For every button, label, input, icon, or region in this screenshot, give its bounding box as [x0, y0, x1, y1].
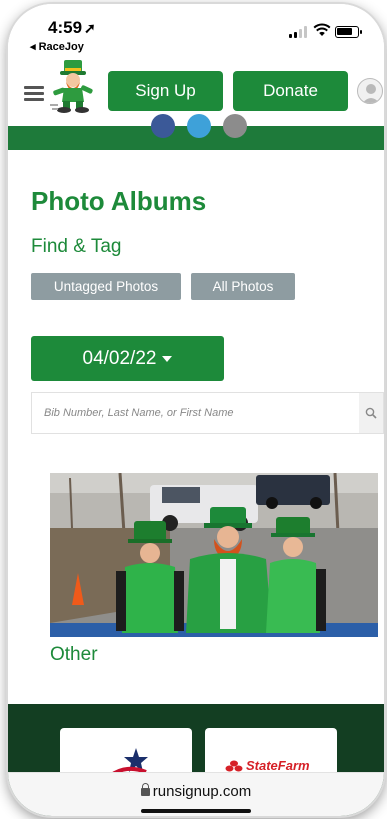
status-time: 4:59 ➚ — [48, 18, 96, 38]
page-title: Photo Albums — [31, 186, 207, 216]
time-text: 4:59 — [48, 18, 83, 37]
url-display[interactable]: runsignup.com — [8, 783, 384, 800]
untagged-photos-button[interactable]: Untagged Photos — [31, 273, 181, 300]
search-button[interactable] — [359, 393, 383, 433]
statefarm-ovals-icon — [225, 760, 243, 771]
statefarm-text: StateFarm — [246, 758, 310, 773]
phone-frame: 4:59 ➚ ◂ RaceJoy Sign Up Donate Photo Al… — [8, 4, 384, 816]
battery-icon — [335, 26, 362, 38]
search-icon — [365, 407, 377, 419]
status-bar: 4:59 ➚ ◂ RaceJoy — [8, 4, 384, 56]
album-label[interactable]: Other — [50, 644, 98, 666]
statefarm-logo: StateFarm — [225, 758, 310, 773]
date-select-button[interactable]: 04/02/22 — [31, 336, 224, 381]
caret-down-icon — [162, 355, 173, 362]
search-input[interactable] — [32, 393, 361, 433]
search-box — [31, 392, 384, 434]
screen: 4:59 ➚ ◂ RaceJoy Sign Up Donate Photo Al… — [8, 4, 384, 816]
url-text: runsignup.com — [152, 783, 252, 800]
date-select-value: 04/02/22 — [82, 347, 157, 369]
sign-up-button[interactable]: Sign Up — [108, 71, 223, 111]
email-icon[interactable] — [223, 114, 247, 138]
twitter-icon[interactable] — [187, 114, 211, 138]
location-arrow-icon: ➚ — [84, 20, 96, 36]
all-photos-button[interactable]: All Photos — [191, 273, 295, 300]
leprechaun-logo[interactable] — [50, 60, 100, 114]
social-band — [8, 114, 384, 150]
user-avatar-icon[interactable] — [357, 78, 383, 104]
cellular-signal-icon — [289, 26, 309, 38]
album-thumbnail[interactable] — [50, 473, 378, 637]
browser-url-bar[interactable]: runsignup.com — [8, 772, 384, 816]
hamburger-icon[interactable] — [24, 86, 44, 101]
find-tag-heading: Find & Tag — [31, 236, 122, 257]
home-indicator[interactable] — [141, 809, 251, 813]
facebook-icon[interactable] — [151, 114, 175, 138]
lock-icon — [140, 783, 150, 796]
donate-button[interactable]: Donate — [233, 71, 348, 111]
back-to-app-link[interactable]: ◂ RaceJoy — [30, 40, 84, 53]
wifi-icon — [313, 23, 331, 36]
